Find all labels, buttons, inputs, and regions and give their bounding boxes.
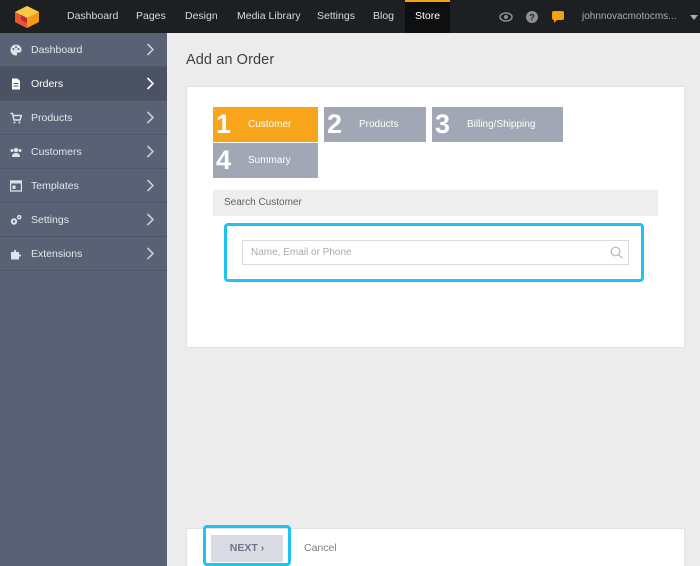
step-customer[interactable]: 1 Customer — [213, 107, 318, 142]
chevron-right-icon: › — [260, 542, 265, 554]
sidebar-item-orders[interactable]: Orders — [0, 67, 167, 101]
eye-icon[interactable] — [499, 10, 513, 24]
chevron-right-icon — [146, 247, 155, 260]
user-account-name[interactable]: johnnovacmotocms... — [582, 0, 677, 33]
chevron-right-icon — [146, 111, 155, 124]
gears-icon — [10, 214, 22, 225]
sidebar-item-settings[interactable]: Settings — [0, 203, 167, 237]
chat-icon[interactable] — [551, 10, 565, 24]
nav-pages[interactable]: Pages — [136, 0, 166, 33]
search-customer-label: Search Customer — [224, 197, 302, 208]
step-number: 2 — [327, 109, 343, 139]
nav-dashboard[interactable]: Dashboard — [67, 0, 118, 33]
help-icon[interactable]: ? — [525, 10, 539, 24]
chevron-right-icon — [146, 213, 155, 226]
cart-icon — [10, 112, 22, 124]
customer-search-input[interactable] — [242, 240, 629, 265]
step-number: 1 — [216, 109, 232, 139]
sidebar-item-products[interactable]: Products — [0, 101, 167, 135]
app-logo-icon[interactable] — [14, 5, 40, 29]
step-label: Summary — [248, 155, 291, 166]
nav-settings[interactable]: Settings — [317, 0, 355, 33]
document-icon — [12, 78, 20, 90]
sidebar-item-dashboard[interactable]: Dashboard — [0, 33, 167, 67]
nav-design[interactable]: Design — [185, 0, 218, 33]
sidebar-item-extensions[interactable]: Extensions — [0, 237, 167, 271]
chevron-right-icon — [146, 179, 155, 192]
nav-store[interactable]: Store — [405, 0, 450, 33]
chevron-right-icon — [146, 145, 155, 158]
sidebar-item-customers[interactable]: Customers — [0, 135, 167, 169]
nav-blog[interactable]: Blog — [373, 0, 394, 33]
step-number: 3 — [435, 109, 451, 139]
top-navigation-bar: Dashboard Pages Design Media Library Set… — [0, 0, 700, 33]
chevron-right-icon — [146, 43, 155, 56]
search-customer-header: Search Customer — [213, 190, 658, 216]
sidebar-item-label: Settings — [31, 214, 69, 226]
sidebar-item-label: Products — [31, 112, 73, 124]
users-icon — [10, 147, 22, 157]
next-button[interactable]: NEXT › — [211, 535, 283, 562]
user-menu-caret-icon[interactable] — [690, 15, 698, 20]
nav-media-library[interactable]: Media Library — [237, 0, 301, 33]
chevron-right-icon — [146, 77, 155, 90]
sidebar-item-label: Dashboard — [31, 44, 83, 56]
step-label: Billing/Shipping — [467, 119, 536, 130]
search-icon[interactable] — [610, 246, 623, 259]
sidebar-item-templates[interactable]: Templates — [0, 169, 167, 203]
step-number: 4 — [216, 145, 232, 175]
svg-text:?: ? — [529, 13, 535, 23]
step-products[interactable]: 2 Products — [324, 107, 426, 142]
step-label: Products — [359, 119, 399, 130]
step-billing-shipping[interactable]: 3 Billing/Shipping — [432, 107, 563, 142]
cancel-link[interactable]: Cancel — [304, 535, 337, 562]
page-title: Add an Order — [186, 52, 275, 68]
sidebar: Dashboard Orders Products Customers Temp… — [0, 33, 167, 566]
sidebar-item-label: Extensions — [31, 248, 83, 260]
sidebar-item-label: Templates — [31, 180, 79, 192]
sidebar-item-label: Customers — [31, 146, 82, 158]
next-button-label: NEXT — [229, 542, 258, 554]
puzzle-icon — [11, 250, 21, 260]
template-icon — [10, 180, 22, 192]
step-summary[interactable]: 4 Summary — [213, 143, 318, 178]
palette-icon — [10, 44, 22, 56]
step-label: Customer — [248, 119, 292, 130]
sidebar-item-label: Orders — [31, 78, 64, 90]
